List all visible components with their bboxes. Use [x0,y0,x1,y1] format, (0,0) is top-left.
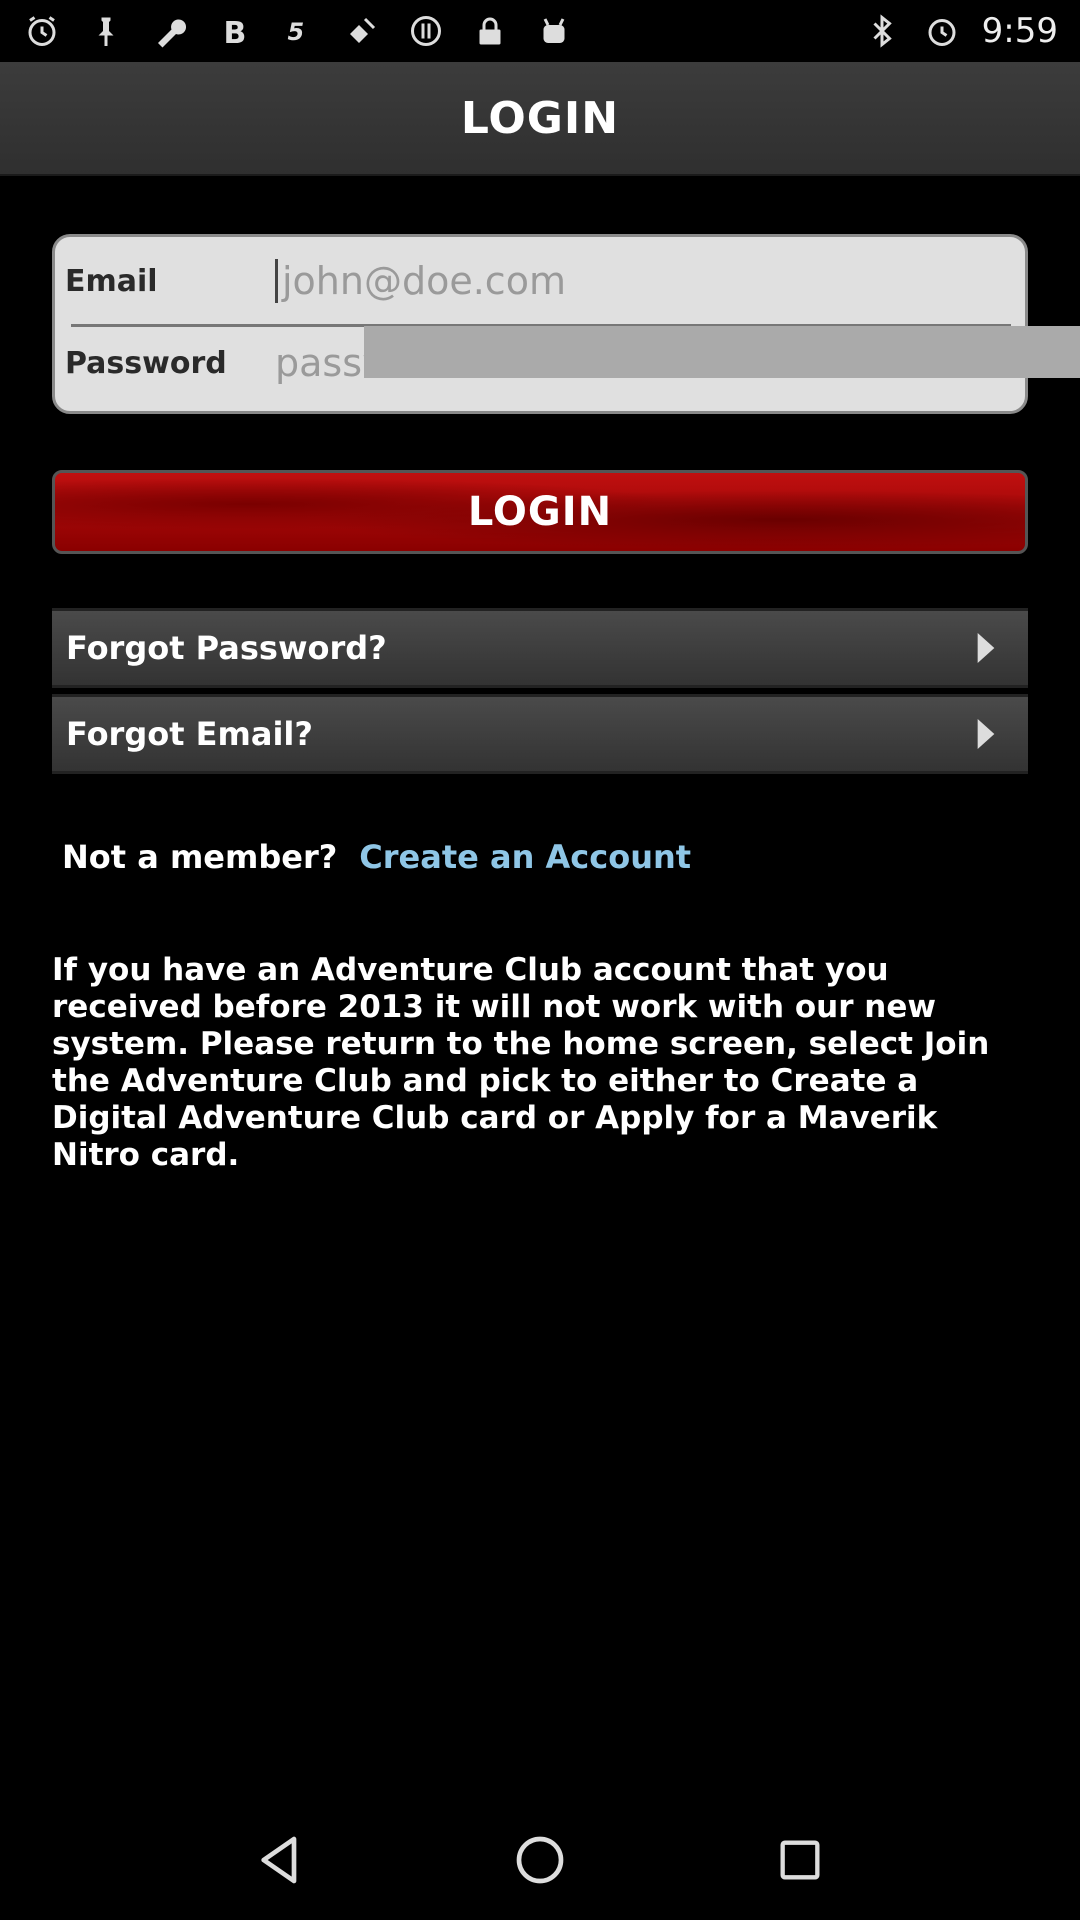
forgot-email-label: Forgot Email? [66,715,313,753]
alert-circle-icon [406,11,446,51]
chevron-right-icon [977,633,995,663]
not-member-text: Not a member? [62,838,338,876]
status-bar: B 5 9:59 [0,0,1080,62]
login-button[interactable]: LOGIN [52,470,1028,554]
wrench-icon [150,11,190,51]
page-title: LOGIN [460,92,620,144]
pin-icon [86,11,126,51]
forgot-email-button[interactable]: Forgot Email? [52,694,1028,774]
chevron-right-icon [977,719,995,749]
back-icon[interactable] [250,1830,310,1890]
email-label: Email [65,263,158,299]
overlay-bar [364,326,1080,378]
alarm-clock-icon [22,11,62,51]
email-row: Email john@doe.com [55,241,1025,321]
svg-text:B: B [224,16,247,49]
bold-b-icon: B [214,11,254,51]
status-time: 9:59 [981,11,1058,51]
info-text: If you have an Adventure Club account th… [52,952,990,1173]
login-button-label: LOGIN [467,489,613,535]
forgot-password-button[interactable]: Forgot Password? [52,608,1028,688]
svg-text:5: 5 [288,18,305,46]
login-form: Email john@doe.com Password password [52,234,1028,414]
email-field[interactable]: john@doe.com [275,259,1025,303]
status-right-icons: 9:59 [862,11,1058,51]
app-header: LOGIN [0,62,1080,176]
bluetooth-icon [862,11,902,51]
satellite-fake-icon [342,11,382,51]
status-left-icons: B 5 [22,11,574,51]
recents-icon[interactable] [770,1830,830,1890]
forgot-password-label: Forgot Password? [66,629,387,667]
s-logo-icon: 5 [278,11,318,51]
android-icon [534,11,574,51]
create-account-link[interactable]: Create an Account [359,838,691,876]
navigation-bar [0,1800,1080,1920]
member-row: Not a member? Create an Account [62,838,691,876]
home-icon[interactable] [510,1830,570,1890]
password-label: Password [65,345,227,381]
lock-icon [470,11,510,51]
alarm-clock-icon [922,11,962,51]
